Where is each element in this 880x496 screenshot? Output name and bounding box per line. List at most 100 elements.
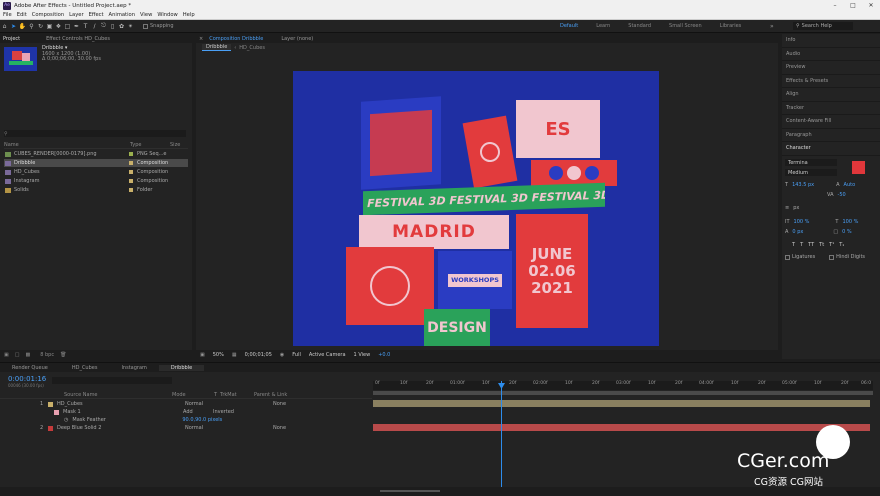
menu-effect[interactable]: Effect: [89, 12, 104, 18]
brush-tool-icon[interactable]: ∕: [90, 22, 99, 31]
grid-icon[interactable]: ▦: [232, 352, 237, 358]
column-name[interactable]: Name: [4, 142, 124, 148]
workspace-default[interactable]: Default: [560, 23, 578, 29]
menu-layer[interactable]: Layer: [69, 12, 83, 18]
project-item[interactable]: Solids Folder: [4, 186, 188, 194]
menu-file[interactable]: File: [3, 12, 12, 18]
magnification-dropdown[interactable]: 50%: [213, 352, 224, 358]
trash-icon[interactable]: 🗑: [60, 352, 66, 358]
menu-edit[interactable]: Edit: [17, 12, 27, 18]
blend-mode-dropdown[interactable]: Normal: [185, 401, 235, 407]
font-size-value[interactable]: 143.5 px: [792, 182, 814, 188]
maximize-button[interactable]: □: [844, 2, 862, 9]
baseline-shift-value[interactable]: 0 px: [792, 229, 803, 235]
superscript-icon[interactable]: T¹: [829, 242, 834, 248]
interpret-footage-icon[interactable]: ▣: [4, 352, 9, 358]
panel-tracker[interactable]: Tracker: [782, 102, 880, 115]
project-item[interactable]: Instagram Composition: [4, 177, 188, 185]
zoom-slider[interactable]: [380, 490, 440, 492]
eraser-tool-icon[interactable]: ▯: [108, 22, 117, 31]
tab-composition[interactable]: Composition Dribbble: [206, 36, 266, 42]
new-folder-icon[interactable]: □: [15, 352, 20, 358]
panel-paragraph[interactable]: Paragraph: [782, 129, 880, 142]
views-dropdown[interactable]: 1 View: [354, 352, 371, 358]
faux-bold-icon[interactable]: T: [792, 242, 795, 248]
fill-color-swatch[interactable]: [852, 161, 865, 174]
tsume-value[interactable]: 0 %: [842, 229, 852, 235]
stroke-width-value[interactable]: px: [793, 205, 799, 211]
panel-align[interactable]: Align: [782, 88, 880, 102]
close-button[interactable]: ✕: [862, 2, 880, 9]
all-caps-icon[interactable]: TT: [808, 242, 814, 248]
layer-bar-deep-blue-solid[interactable]: [373, 424, 870, 431]
subtab-dribbble[interactable]: Dribbble: [202, 44, 232, 51]
project-item[interactable]: Dribbble Composition: [4, 159, 188, 167]
menu-window[interactable]: Window: [157, 12, 177, 18]
tab-instagram[interactable]: Instagram: [109, 365, 158, 371]
clone-stamp-tool-icon[interactable]: ⎋: [99, 22, 108, 31]
workspace-libraries[interactable]: Libraries: [720, 23, 742, 29]
hand-tool-icon[interactable]: ✋: [18, 22, 27, 31]
mask-row[interactable]: Mask 1 Add Inverted: [0, 408, 372, 416]
subtab-hd-cubes[interactable]: HD_Cubes: [239, 45, 265, 51]
layer-row[interactable]: 2 Deep Blue Solid 2 Normal None: [0, 424, 372, 432]
minimize-button[interactable]: –: [826, 2, 844, 9]
snapping-toggle[interactable]: Snapping: [143, 23, 174, 29]
panel-effects-presets[interactable]: Effects & Presets: [782, 75, 880, 88]
timeline-current-time[interactable]: 0:00:01:16: [8, 375, 46, 383]
mask-feather-value[interactable]: 90.0,90.0 pixels: [182, 417, 222, 423]
camera-dropdown[interactable]: Active Camera: [309, 352, 346, 358]
puppet-tool-icon[interactable]: ✴: [126, 22, 135, 31]
snapping-checkbox[interactable]: [143, 23, 148, 29]
menu-help[interactable]: Help: [183, 12, 195, 18]
label-color[interactable]: [129, 188, 133, 192]
mask-inverted[interactable]: Inverted: [213, 409, 234, 415]
mask-mode-dropdown[interactable]: Add: [183, 409, 213, 415]
viewer-stage[interactable]: ES 3D FESTIVAL 3D FESTIVAL 3D FESTIVAL 3…: [196, 53, 778, 349]
pan-behind-tool-icon[interactable]: ❖: [54, 22, 63, 31]
more-workspaces-icon[interactable]: »: [770, 23, 774, 30]
hindi-digits-checkbox[interactable]: [829, 254, 835, 260]
label-color[interactable]: [129, 161, 133, 165]
bit-depth[interactable]: 8 bpc: [40, 352, 54, 358]
label-color[interactable]: [129, 179, 133, 183]
tab-layer[interactable]: Layer (none): [278, 36, 316, 42]
composition-canvas[interactable]: ES 3D FESTIVAL 3D FESTIVAL 3D FESTIVAL 3…: [293, 71, 659, 346]
ligatures-checkbox[interactable]: [785, 254, 790, 260]
column-size[interactable]: Size: [170, 142, 180, 148]
close-icon[interactable]: ×: [196, 36, 206, 42]
label-color[interactable]: [129, 152, 133, 156]
tab-hd-cubes[interactable]: HD_Cubes: [60, 365, 110, 371]
panel-audio[interactable]: Audio: [782, 48, 880, 61]
new-comp-icon[interactable]: ▩: [25, 352, 30, 358]
tracking-value[interactable]: -50: [838, 192, 846, 198]
time-ruler[interactable]: 0f 10f 20f 01:00f 10f 20f 02:00f 10f 20f…: [373, 381, 873, 390]
panel-content-aware-fill[interactable]: Content-Aware Fill: [782, 115, 880, 129]
timeline-search-input[interactable]: [52, 377, 172, 384]
leading-value[interactable]: Auto: [844, 182, 856, 188]
stopwatch-icon[interactable]: ◷: [64, 417, 68, 423]
current-time[interactable]: 0;00;01;05: [245, 352, 272, 358]
small-caps-icon[interactable]: Tt: [819, 242, 824, 248]
project-search-input[interactable]: ⚲: [4, 130, 186, 137]
project-item[interactable]: CUBES_RENDER[0000-0179].png PNG Seq...e: [4, 150, 188, 158]
tab-render-queue[interactable]: Render Queue: [0, 365, 60, 371]
tab-project[interactable]: Project: [0, 36, 23, 42]
label-color[interactable]: [129, 170, 133, 174]
column-mode[interactable]: Mode: [172, 392, 214, 398]
mask-color[interactable]: [54, 409, 59, 415]
workspace-small-screen[interactable]: Small Screen: [669, 23, 702, 29]
font-style-dropdown[interactable]: Medium: [785, 169, 837, 176]
tab-effect-controls[interactable]: Effect Controls HD_Cubes: [43, 36, 113, 42]
layer-bar-hd-cubes[interactable]: [373, 400, 870, 407]
snapshot-icon[interactable]: ◉: [280, 352, 284, 358]
zoom-tool-icon[interactable]: ⚲: [27, 22, 36, 31]
tab-dribbble[interactable]: Dribbble: [158, 364, 205, 371]
pen-tool-icon[interactable]: ✒: [72, 22, 81, 31]
blend-mode-dropdown[interactable]: Normal: [185, 425, 235, 431]
menu-animation[interactable]: Animation: [109, 12, 135, 18]
preview-settings-icon[interactable]: ▣: [200, 352, 205, 358]
resolution-dropdown[interactable]: Full: [292, 352, 301, 358]
parent-dropdown[interactable]: None: [273, 401, 286, 407]
layer-label-color[interactable]: [48, 401, 53, 407]
